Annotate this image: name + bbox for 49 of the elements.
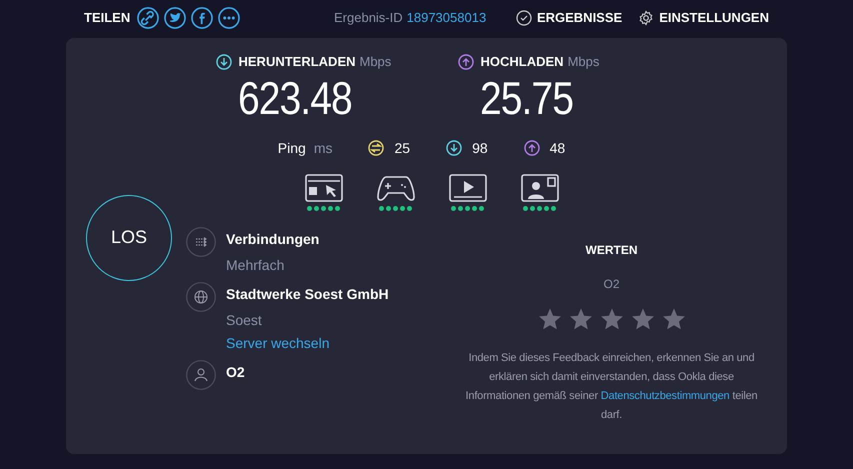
facebook-icon[interactable] bbox=[191, 7, 214, 29]
info-subtitle: Mehrfach bbox=[226, 256, 286, 274]
speed-label: HOCHLADEN bbox=[480, 53, 564, 71]
feedback-note: Indem Sie dieses Feedback einreichen, erkennen Sie an und erklären sich damit einverstanden, dass Ookla diese Informationen gemäß seiner Datenschutzbestimmungen teilen darf. bbox=[464, 350, 758, 422]
ping-value: 98 bbox=[472, 138, 488, 158]
ping-label: Ping bbox=[278, 138, 306, 158]
change-server-link[interactable]: Server wechseln bbox=[226, 332, 389, 354]
info-title: Verbindungen bbox=[226, 230, 320, 249]
result-id-link[interactable]: 18973058013 bbox=[406, 8, 486, 28]
check-icon bbox=[516, 10, 532, 26]
link-icon[interactable] bbox=[137, 7, 160, 29]
upload-icon bbox=[458, 54, 474, 70]
result-id-label: Ergebnis-ID bbox=[334, 9, 403, 28]
ping-icon bbox=[368, 140, 384, 156]
video-player-icon bbox=[448, 172, 488, 202]
unit-label: Mbps bbox=[568, 53, 600, 71]
download-icon bbox=[216, 54, 232, 70]
bird-icon[interactable] bbox=[164, 7, 186, 29]
settings-button[interactable]: EINSTELLUNGEN bbox=[638, 8, 769, 28]
info-subtitle: Soest bbox=[226, 310, 263, 330]
results-button[interactable]: ERGEBNISSE bbox=[516, 8, 622, 28]
rating-title: WERTEN bbox=[586, 242, 638, 258]
arrows-icon bbox=[186, 226, 216, 256]
rating-provider: O2 bbox=[603, 276, 620, 292]
share-label: TEILEN bbox=[84, 9, 130, 28]
speed-value: 25.75 bbox=[480, 72, 572, 124]
star-icon[interactable] bbox=[568, 306, 592, 330]
ping-value: 48 bbox=[550, 138, 566, 158]
browser-cursor-icon bbox=[304, 172, 344, 202]
globe-icon bbox=[186, 282, 216, 312]
star-icon[interactable] bbox=[662, 306, 686, 330]
settings-icon bbox=[638, 10, 654, 26]
info-title: Stadtwerke Soest GmbH bbox=[226, 284, 389, 304]
star-icon[interactable] bbox=[600, 306, 624, 330]
ping-value: 25 bbox=[394, 138, 410, 158]
ping-unit: ms bbox=[314, 138, 332, 158]
unit-label: Mbps bbox=[360, 53, 392, 71]
privacy-link[interactable]: Datenschutzbestimmungen bbox=[600, 390, 730, 402]
more-icon[interactable] bbox=[218, 7, 240, 29]
speed-value: 623.48 bbox=[238, 72, 352, 124]
go-button[interactable]: LOS bbox=[86, 194, 172, 280]
download-icon bbox=[446, 140, 462, 156]
person-icon bbox=[186, 360, 216, 390]
speed-label: HERUNTERLADEN bbox=[238, 53, 356, 71]
star-icon[interactable] bbox=[630, 306, 654, 330]
star-icon[interactable] bbox=[538, 306, 562, 330]
upload-icon bbox=[524, 140, 540, 156]
video-call-icon bbox=[520, 172, 560, 202]
info-title: O2 bbox=[226, 362, 245, 382]
